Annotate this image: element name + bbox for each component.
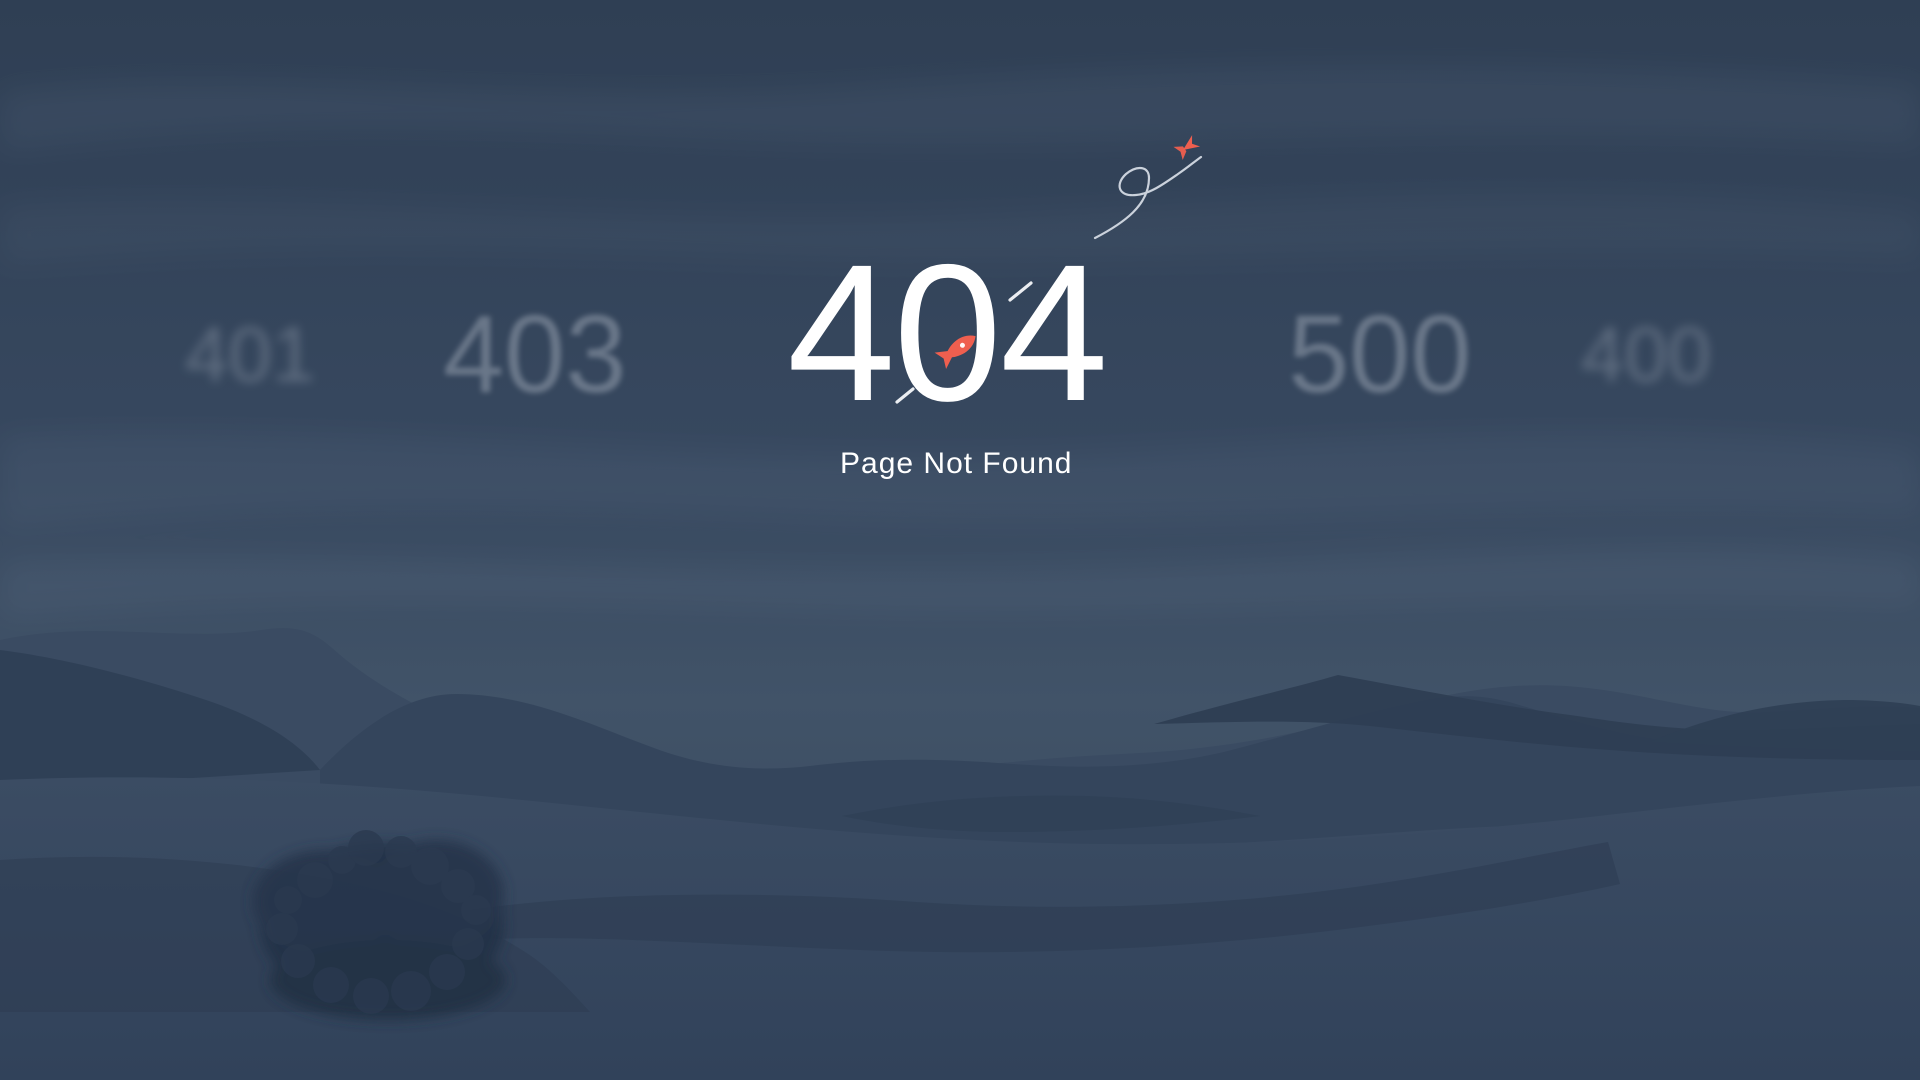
error-page: 401 403 500 400 404 Page Not Found	[0, 0, 1920, 1080]
desert-background	[0, 0, 1920, 1080]
error-code: 404	[787, 224, 1108, 442]
error-code-group: 404	[787, 236, 1131, 456]
page-not-found-text: Page Not Found	[840, 447, 1073, 480]
bush-shrub	[253, 830, 506, 1020]
